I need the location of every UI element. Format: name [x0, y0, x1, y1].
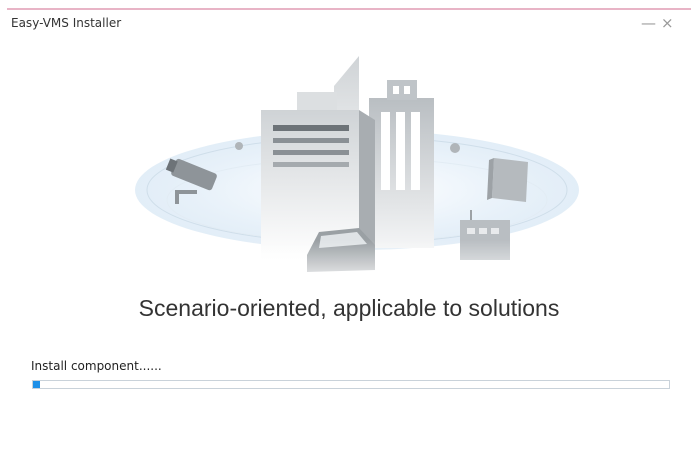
minimize-button[interactable]: — — [641, 14, 656, 32]
slogan-text: Scenario-oriented, applicable to solutio… — [138, 295, 560, 321]
title-bar[interactable]: Easy-VMS Installer — × — [7, 10, 691, 38]
install-progress-fill — [33, 381, 40, 388]
install-progress-bar — [32, 380, 670, 389]
smart-city-illustration-icon — [135, 56, 579, 290]
window-title: Easy-VMS Installer — [11, 16, 122, 30]
close-button[interactable]: × — [661, 14, 674, 32]
install-status-text: Install component...... — [31, 359, 162, 373]
installer-window: Easy-VMS Installer — × Scenario-oriented… — [7, 8, 691, 454]
